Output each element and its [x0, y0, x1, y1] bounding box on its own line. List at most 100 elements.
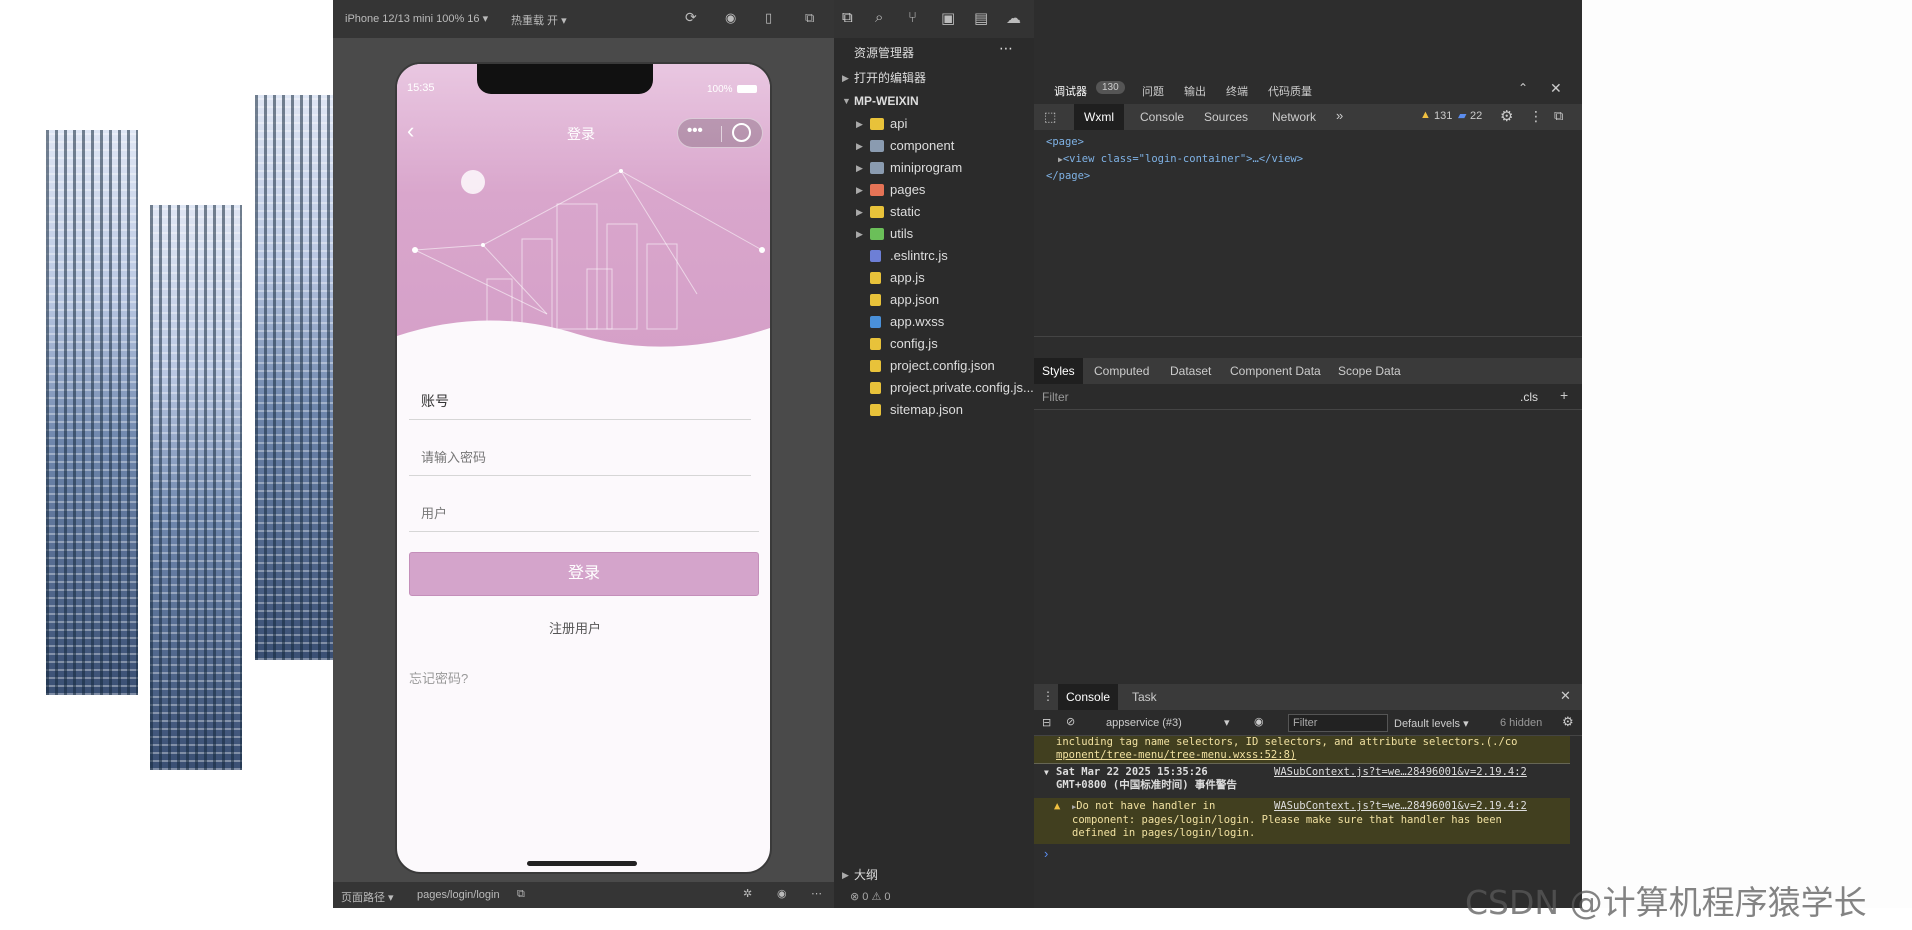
copy-icon[interactable]: ⧉ [517, 888, 525, 901]
context-select[interactable]: appservice (#3) [1106, 717, 1182, 729]
save-icon[interactable]: ▤ [974, 9, 988, 27]
style-filter-input[interactable]: Filter [1042, 390, 1069, 404]
tree-item[interactable]: app.json [834, 289, 1034, 311]
tree-item[interactable]: config.js [834, 333, 1034, 355]
tab-wxml[interactable]: Wxml [1074, 104, 1124, 130]
tab-computed[interactable]: Computed [1094, 364, 1149, 378]
open-editors-section[interactable]: ▶ 打开的编辑器 [834, 67, 1034, 89]
search-icon[interactable]: ⌕ [875, 9, 883, 26]
tab-output[interactable]: 输出 [1184, 83, 1206, 99]
tree-item[interactable]: project.private.config.js... [834, 377, 1034, 399]
explorer-more-icon[interactable]: ⋯ [999, 40, 1013, 57]
tree-item-label: component [890, 138, 955, 153]
expand-icon[interactable]: ▶ [856, 157, 863, 179]
tab-code-quality[interactable]: 代码质量 [1268, 83, 1312, 99]
expand-icon[interactable]: ▶ [856, 201, 863, 223]
expand-icon[interactable]: ▶ [856, 135, 863, 157]
tree-item[interactable]: ▶ static [834, 201, 1034, 223]
login-button[interactable]: 登录 [409, 552, 759, 596]
tab-styles[interactable]: Styles [1034, 358, 1083, 384]
files-icon[interactable]: ⧉ [842, 9, 853, 26]
wxml-page-open[interactable]: <page> [1046, 134, 1303, 151]
inspect-icon[interactable]: ⬚ [1044, 109, 1056, 125]
console-log-2[interactable]: ▼ Sat Mar 22 2025 15:35:26 GMT+0800 (中国标准… [1034, 766, 1570, 796]
drawer-menu-icon[interactable]: ⋮ [1042, 689, 1054, 703]
settings-icon[interactable]: ⚙ [1500, 107, 1513, 125]
back-arrow-icon[interactable]: ‹ [407, 118, 414, 144]
account-input[interactable]: 账号 [421, 391, 449, 411]
drawer-tab-task[interactable]: Task [1132, 690, 1157, 704]
wxml-view-node[interactable]: ▶<view class="login-container">…</view> [1046, 151, 1303, 168]
kebab-icon[interactable]: ⋮ [1529, 108, 1543, 125]
register-link[interactable]: 注册用户 [549, 618, 601, 637]
tree-item[interactable]: app.wxss [834, 311, 1034, 333]
refresh-icon[interactable]: ⟳ [685, 9, 697, 26]
tab-debugger[interactable]: 调试器 [1054, 83, 1087, 99]
levels-select[interactable]: Default levels ▾ [1394, 717, 1469, 730]
cls-button[interactable]: .cls [1520, 390, 1538, 404]
tree-item[interactable]: sitemap.json [834, 399, 1034, 421]
tab-network[interactable]: Network [1272, 110, 1316, 124]
forgot-password-link[interactable]: 忘记密码? [409, 668, 468, 687]
tab-terminal[interactable]: 终端 [1226, 83, 1248, 99]
message-count[interactable]: 22 [1470, 110, 1482, 122]
collapse-icon[interactable]: ⌃ [1518, 81, 1528, 95]
tab-sources[interactable]: Sources [1204, 110, 1248, 124]
console-filter-input[interactable]: Filter [1288, 714, 1388, 732]
tab-issues[interactable]: 问题 [1142, 83, 1164, 99]
git-icon[interactable]: ⑂ [908, 9, 917, 26]
tab-dataset[interactable]: Dataset [1170, 364, 1211, 378]
clear-console-icon[interactable]: ⊘ [1066, 715, 1075, 728]
log-expand-icon[interactable]: ▼ [1044, 766, 1049, 779]
more-tabs-icon[interactable]: » [1336, 108, 1343, 123]
hotreload-toggle[interactable]: 热重载 开 ▾ [511, 12, 567, 28]
bug-icon[interactable]: ✲ [743, 887, 752, 900]
cloud-icon[interactable]: ☁ [1006, 9, 1021, 27]
dock-icon[interactable]: ⧉ [1554, 108, 1563, 124]
record-icon[interactable]: ◉ [725, 10, 736, 26]
tree-item[interactable]: .eslintrc.js [834, 245, 1034, 267]
drawer-tab-console[interactable]: Console [1058, 684, 1119, 710]
close-target-icon[interactable] [732, 123, 751, 142]
capsule-menu[interactable]: ••• [677, 118, 763, 148]
phone-icon[interactable]: ▯ [765, 10, 772, 26]
expand-icon[interactable]: ▶ [856, 223, 863, 245]
tab-scope-data[interactable]: Scope Data [1338, 364, 1401, 378]
sidebar-toggle-icon[interactable]: ⊟ [1042, 716, 1051, 729]
eye-icon[interactable]: ◉ [777, 887, 787, 900]
expand-icon[interactable]: ▶ [856, 113, 863, 135]
live-eye-icon[interactable]: ◉ [1254, 715, 1264, 728]
context-chevron-icon[interactable]: ▾ [1224, 716, 1230, 729]
add-style-icon[interactable]: + [1560, 387, 1568, 403]
console-prompt[interactable]: › [1044, 846, 1048, 861]
role-select[interactable]: 用户 [421, 503, 447, 522]
window-icon[interactable]: ⧉ [805, 10, 814, 26]
page-path-label[interactable]: 页面路径 ▾ [341, 889, 394, 905]
password-input[interactable]: 请输入密码 [421, 447, 486, 466]
tab-component-data[interactable]: Component Data [1230, 364, 1321, 378]
problems-status[interactable]: ⊗ 0 ⚠ 0 [850, 890, 890, 903]
wxml-page-close[interactable]: </page> [1046, 168, 1303, 185]
tree-item[interactable]: ▶ pages [834, 179, 1034, 201]
tab-console[interactable]: Console [1140, 110, 1184, 124]
close-devtools-icon[interactable]: ✕ [1550, 80, 1562, 97]
more-icon[interactable]: ••• [687, 122, 703, 139]
tree-item[interactable]: project.config.json [834, 355, 1034, 377]
tree-item[interactable]: ▶ component [834, 135, 1034, 157]
tree-item[interactable]: ▶ api [834, 113, 1034, 135]
console-settings-icon[interactable]: ⚙ [1562, 714, 1574, 730]
project-section[interactable]: ▼ MP-WEIXIN [834, 90, 1034, 112]
device-select[interactable]: iPhone 12/13 mini 100% 16 ▾ [345, 12, 488, 25]
outline-section[interactable]: ▶ 大纲 [834, 864, 1034, 886]
warning-count[interactable]: 131 [1434, 110, 1452, 122]
extensions-icon[interactable]: ▣ [941, 9, 955, 27]
tree-item[interactable]: ▶ utils [834, 223, 1034, 245]
log3-source-link[interactable]: WASubContext.js?t=we…28496001&v=2.19.4:2 [1274, 800, 1527, 813]
expand-icon[interactable]: ▶ [856, 179, 863, 201]
drawer-close-icon[interactable]: ✕ [1560, 688, 1571, 704]
tree-item[interactable]: app.js [834, 267, 1034, 289]
tree-item[interactable]: ▶ miniprogram [834, 157, 1034, 179]
splitter[interactable] [1034, 336, 1582, 358]
more-dots-icon[interactable]: ⋯ [811, 887, 822, 900]
log2-source-link[interactable]: WASubContext.js?t=we…28496001&v=2.19.4:2 [1274, 766, 1527, 779]
